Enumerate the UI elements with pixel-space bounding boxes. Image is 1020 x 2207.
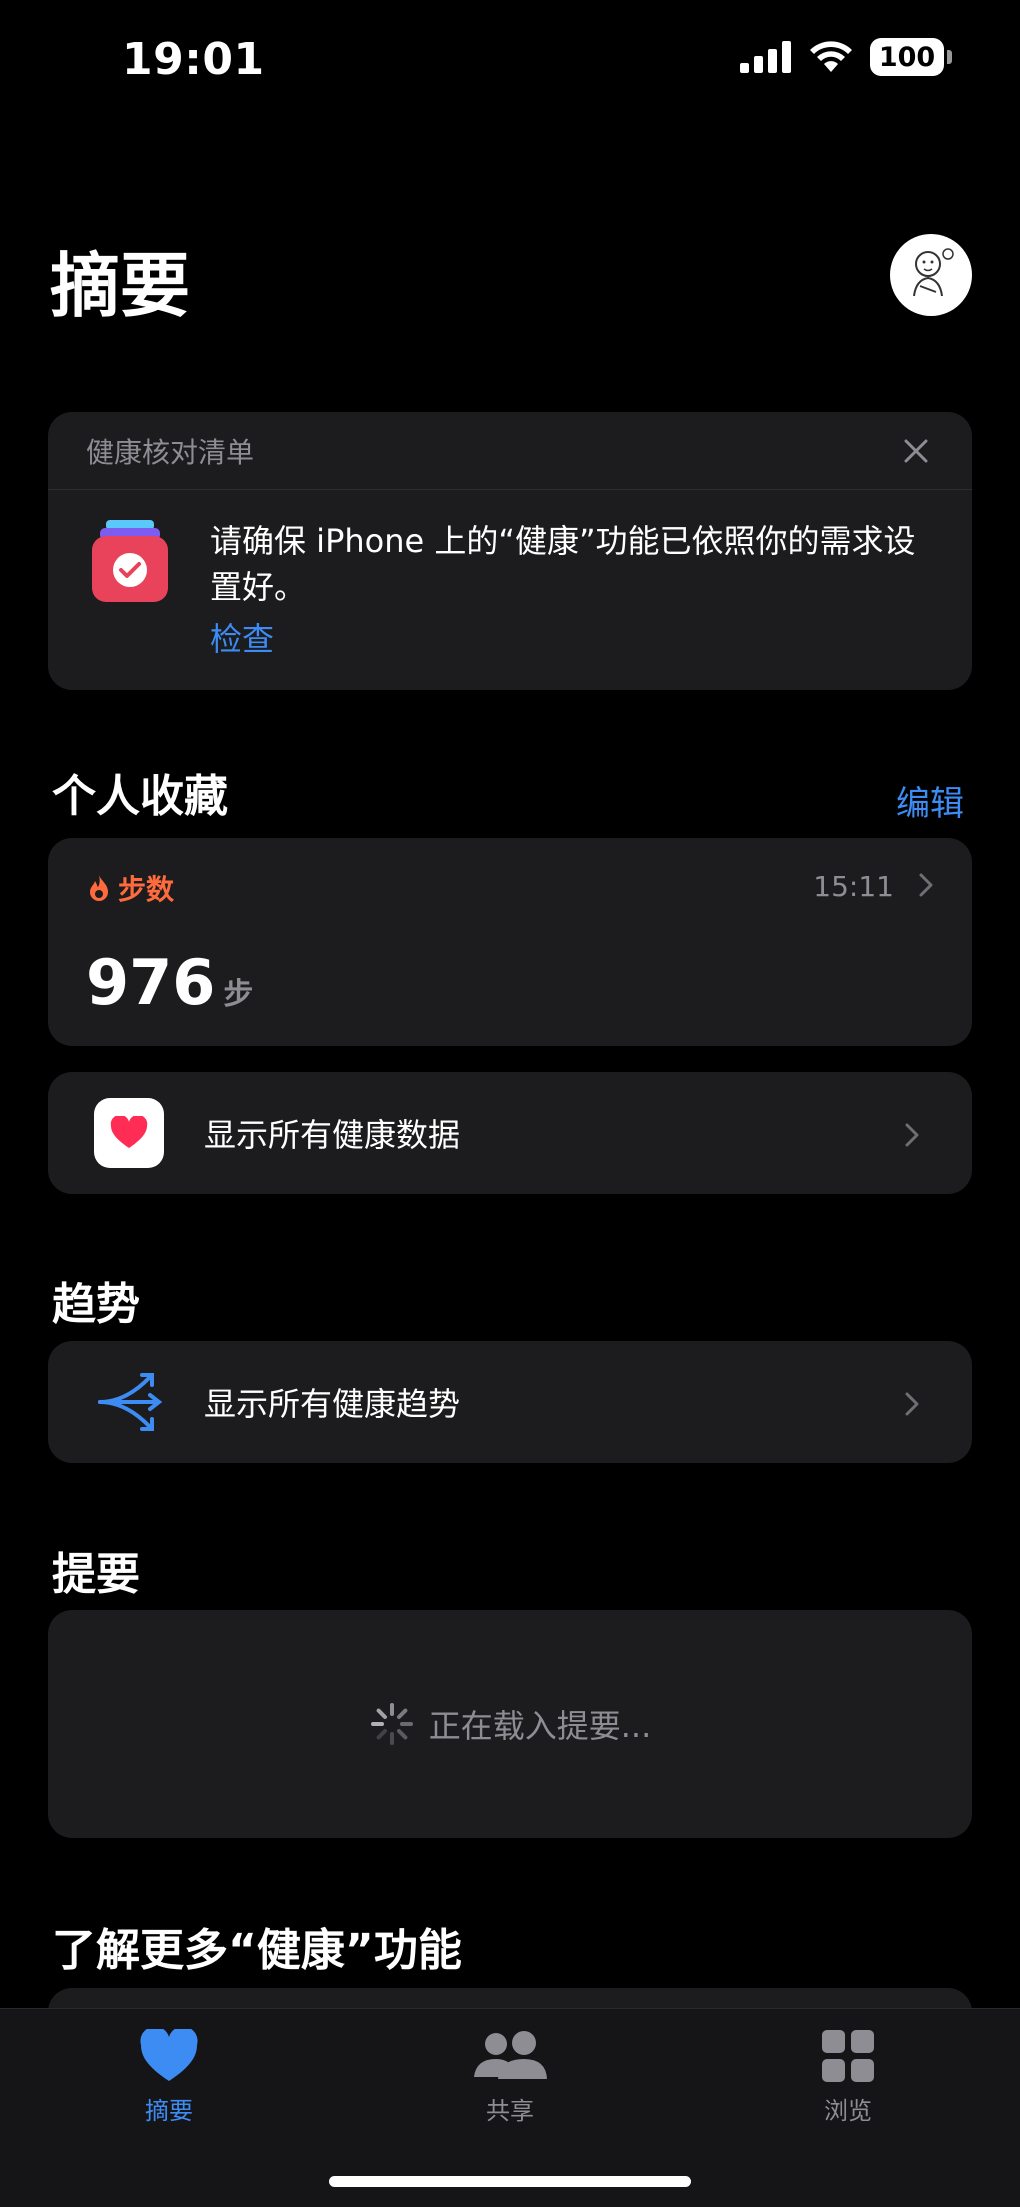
show-all-health-data-label: 显示所有健康数据 [204,1116,461,1154]
trends-arrows-icon [98,1373,163,1431]
highlights-loading-text: 正在载入提要... [428,1707,652,1745]
grid-icon [822,2030,874,2082]
steps-card[interactable]: 步数 15:11 976 步 [48,838,972,1046]
battery-indicator: 100 [870,38,952,76]
health-app-icon [94,1098,164,1168]
tab-summary-label: 摘要 [145,2097,193,2125]
tab-sharing-label: 共享 [486,2097,534,2125]
trends-section-title: 趋势 [52,1279,140,1330]
loading-spinner-icon [370,1703,413,1745]
flame-icon [90,875,108,901]
steps-unit: 步 [223,977,254,1012]
checklist-icon [92,520,168,602]
close-icon [904,439,928,462]
chevron-right-icon [919,873,933,897]
show-all-trends-row[interactable]: 显示所有健康趋势 [48,1341,972,1463]
avatar-sketch-icon [913,248,954,297]
wifi-icon [810,41,852,72]
show-all-health-data-row[interactable]: 显示所有健康数据 [48,1072,972,1194]
tab-summary[interactable]: 摘要 [89,2029,249,2126]
tab-sharing[interactable]: 共享 [430,2029,590,2126]
highlights-section-title: 提要 [52,1549,140,1600]
home-indicator[interactable] [329,2176,691,2187]
checklist-header: 健康核对清单 [48,412,972,490]
checklist-body: 请确保 iPhone 上的“健康”功能已依照你的需求设置好。 检查 [48,490,972,690]
checklist-message: 请确保 iPhone 上的“健康”功能已依照你的需求设置好。 [210,522,916,606]
tab-browse[interactable]: 浏览 [768,2029,928,2126]
health-summary-screen: 19:01 100 摘要 健康核对清单 请确保 iPhone 上的“健康”功能已… [0,0,1020,2207]
steps-timestamp: 15:11 [813,870,894,903]
show-all-trends-label: 显示所有健康趋势 [204,1385,461,1423]
profile-avatar[interactable] [890,234,972,316]
people-icon [474,2031,547,2079]
page-title: 摘要 [50,245,190,327]
favorites-section-title: 个人收藏 [52,771,228,822]
chevron-right-icon [905,1123,919,1147]
learn-more-section-title: 了解更多“健康”功能 [52,1925,462,1976]
steps-value: 976 步 [86,946,253,1019]
highlights-card: 正在载入提要... [48,1610,972,1838]
heart-fill-icon [140,2029,198,2081]
cellular-signal-icon [740,41,791,73]
steps-count: 976 [86,946,216,1019]
chevron-right-icon [905,1392,919,1416]
health-checklist-card: 健康核对清单 请确保 iPhone 上的“健康”功能已依照你的需求设置好。 检查 [48,412,972,690]
tab-browse-label: 浏览 [824,2097,872,2125]
checklist-close-button[interactable] [898,433,934,469]
checklist-title: 健康核对清单 [86,435,255,469]
checklist-review-link[interactable]: 检查 [210,614,274,660]
status-time: 19:01 [122,34,265,85]
status-icons: 100 [740,38,952,76]
steps-label: 步数 [88,868,174,908]
steps-label-text: 步数 [118,873,175,906]
favorites-edit-button[interactable]: 编辑 [896,776,964,825]
heart-icon [110,1116,148,1148]
